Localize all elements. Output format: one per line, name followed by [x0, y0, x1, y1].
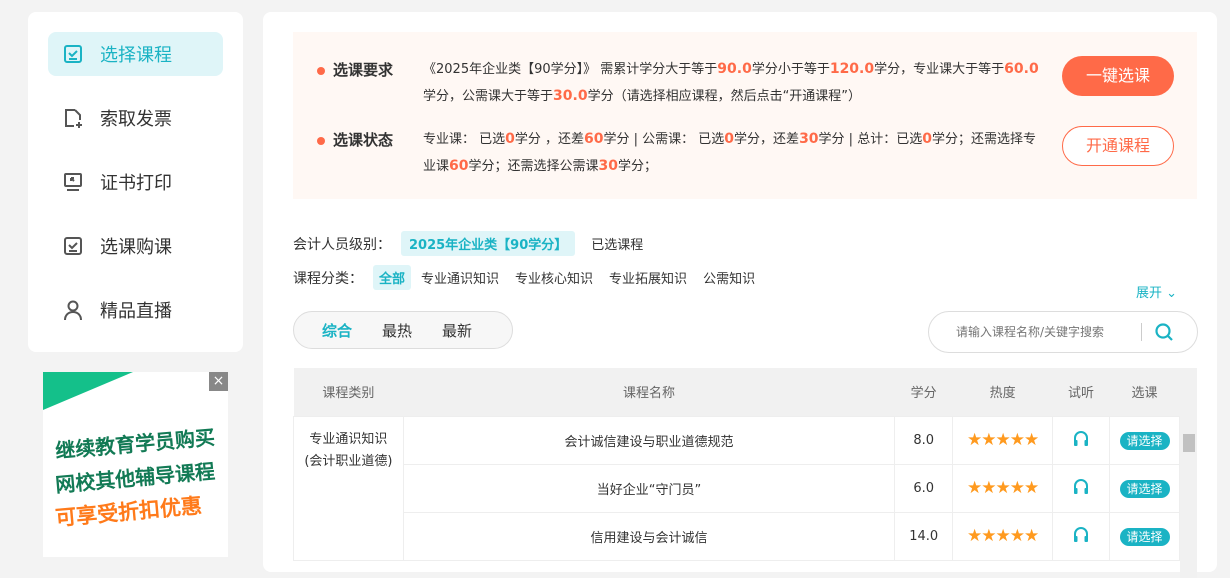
col-header-name: 课程名称: [403, 368, 895, 416]
table-row: 信用建设与会计诚信 14.0 ★★★★★ 请选择: [294, 511, 1180, 561]
course-credit: 8.0: [894, 415, 954, 465]
ad-decoration: [43, 372, 133, 410]
category-option[interactable]: 专业拓展知识: [603, 265, 693, 290]
search-box: [928, 311, 1198, 353]
one-click-select-button[interactable]: 一键选课: [1062, 56, 1174, 96]
table-row: 当好企业“守门员” 6.0 ★★★★★ 请选择: [294, 463, 1180, 513]
sidebar-item-certificate[interactable]: 证书打印: [48, 160, 223, 204]
sidebar-item-label: 精品直播: [100, 301, 172, 322]
course-name: 当好企业“守门员”: [402, 463, 896, 513]
select-course-button[interactable]: 请选择: [1119, 479, 1170, 498]
col-header-select: 选课: [1109, 368, 1180, 416]
status-text: 专业课： 已选0学分 ，还差60学分 | 公需课： 已选0学分，还差30学分 |…: [423, 131, 1036, 174]
requirement-box: 选课要求 《2025年企业类【90学分】》 需累计学分大于等于90.0学分小于等…: [293, 32, 1197, 199]
sort-tab-overall[interactable]: 综合: [322, 320, 352, 341]
select-course-button[interactable]: 请选择: [1119, 527, 1170, 546]
search-icon[interactable]: [1154, 322, 1174, 342]
requirement-text: 《2025年企业类【90学分】》 需累计学分大于等于90.0学分小于等于120.…: [423, 61, 1039, 104]
course-credit: 14.0: [894, 511, 954, 561]
heat-stars: ★★★★★: [952, 463, 1054, 513]
headphones-icon[interactable]: [1072, 429, 1090, 447]
chevron-down-icon: ⌄: [1166, 286, 1178, 301]
sidebar-item-label: 索取发票: [100, 109, 172, 130]
category-option[interactable]: 公需知识: [697, 265, 761, 290]
col-header-category: 课程类别: [293, 368, 404, 416]
level-option-selected[interactable]: 2025年企业类【90学分】: [401, 231, 576, 256]
main-panel: 选课要求 《2025年企业类【90学分】》 需累计学分大于等于90.0学分小于等…: [263, 12, 1217, 578]
scrollbar[interactable]: [1180, 368, 1197, 578]
sidebar-item-buy-course[interactable]: 选课购课: [48, 224, 223, 268]
level-label: 会计人员级别：: [293, 236, 391, 253]
listen-cell: [1052, 511, 1111, 561]
select-course-button[interactable]: 请选择: [1119, 431, 1170, 450]
level-option-selected-courses[interactable]: 已选课程: [585, 231, 649, 256]
col-header-listen: 试听: [1052, 368, 1110, 416]
user-icon: [64, 300, 82, 321]
col-header-credit: 学分: [894, 368, 953, 416]
headphones-icon[interactable]: [1072, 477, 1090, 495]
category-cell: 专业通识知识 (会计职业道德): [293, 415, 404, 561]
course-table: 课程类别 课程名称 学分 热度 试听 选课 专业通识知识 (会计职业道德) 会计诚…: [293, 368, 1180, 561]
divider: [1141, 323, 1142, 341]
expand-button[interactable]: 展开 ⌄: [1136, 282, 1177, 301]
level-filter: 会计人员级别： 2025年企业类【90学分】 已选课程: [293, 231, 649, 256]
category-filter: 课程分类： 全部 专业通识知识 专业核心知识 专业拓展知识 公需知识: [293, 265, 761, 290]
listen-cell: [1052, 415, 1111, 465]
checkbox-icon: [64, 45, 82, 63]
heat-stars: ★★★★★: [952, 415, 1054, 465]
monitor-icon: [64, 173, 82, 191]
table-row: 专业通识知识 (会计职业道德) 会计诚信建设与职业道德规范 8.0 ★★★★★ 请选择: [293, 415, 1180, 561]
sidebar-item-invoice[interactable]: 索取发票: [48, 96, 223, 140]
requirement-label: 选课要求: [317, 59, 393, 80]
sidebar-item-label: 选课购课: [100, 237, 172, 258]
col-header-heat: 热度: [952, 368, 1053, 416]
category-all[interactable]: 全部: [373, 265, 412, 290]
status-label: 选课状态: [317, 129, 393, 150]
promo-ad[interactable]: × 继续教育学员购买 网校其他辅导课程 可享受折扣优惠: [43, 372, 228, 557]
course-name: 信用建设与会计诚信: [402, 511, 896, 561]
select-cell: 请选择: [1109, 511, 1180, 561]
sidebar-item-select-course[interactable]: 选择课程: [48, 32, 223, 76]
category-option[interactable]: 专业核心知识: [509, 265, 599, 290]
course-credit: 6.0: [894, 463, 954, 513]
close-icon[interactable]: ×: [209, 372, 228, 391]
file-plus-icon: [65, 109, 82, 128]
heat-stars: ★★★★★: [952, 511, 1054, 561]
sidebar-item-label: 证书打印: [100, 173, 172, 194]
open-course-button[interactable]: 开通课程: [1062, 126, 1174, 166]
course-name: 会计诚信建设与职业道德规范: [402, 415, 896, 465]
listen-cell: [1052, 463, 1111, 513]
category-option[interactable]: 专业通识知识: [415, 265, 505, 290]
sidebar-item-live[interactable]: 精品直播: [48, 288, 223, 332]
select-cell: 请选择: [1109, 463, 1180, 513]
sidebar-item-label: 选择课程: [100, 45, 172, 66]
headphones-icon[interactable]: [1072, 525, 1090, 543]
sort-tabs: 综合 最热 最新: [293, 311, 513, 349]
sort-tab-hot[interactable]: 最热: [382, 320, 412, 341]
sort-tab-new[interactable]: 最新: [442, 320, 472, 341]
checkbox-icon: [64, 237, 82, 255]
select-cell: 请选择: [1109, 415, 1180, 465]
scrollbar-thumb[interactable]: [1183, 434, 1195, 452]
search-input[interactable]: [956, 325, 1141, 339]
category-label: 课程分类：: [293, 270, 363, 287]
sidebar: 选择课程 索取发票 证书打印 选课购课 精品直播: [28, 12, 243, 352]
